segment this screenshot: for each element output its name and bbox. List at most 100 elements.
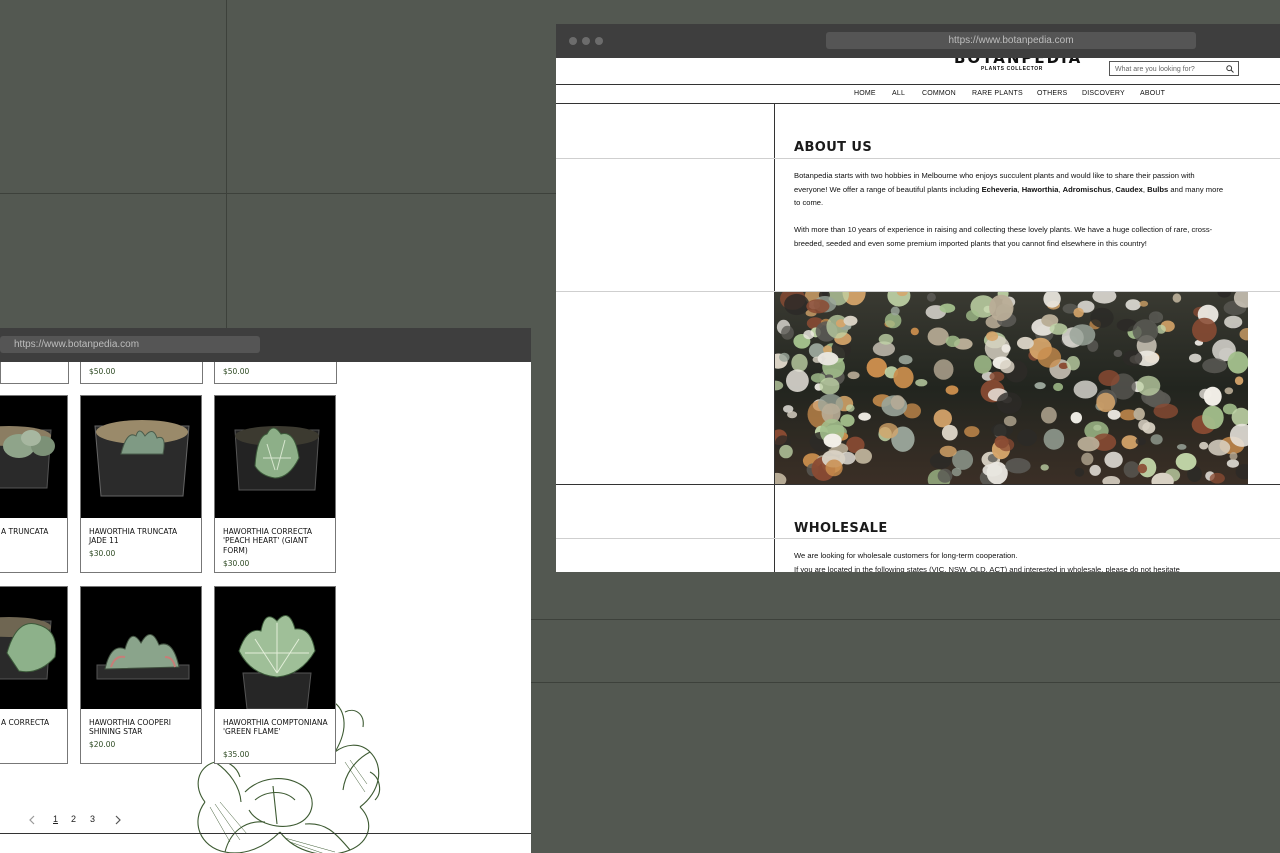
product-name: HAWORTHIA CORRECTA 'PEACH HEART' (GIANT … [223, 527, 312, 555]
nav-others[interactable]: OTHERS [1037, 90, 1067, 97]
window-minimize-dot[interactable] [582, 37, 590, 45]
pebble [1226, 459, 1239, 468]
pebble [1199, 441, 1209, 450]
nav-home[interactable]: HOME [854, 90, 876, 97]
about-bold-echeveria: Echeveria [981, 184, 1018, 194]
search-input[interactable]: What are you looking for? [1109, 61, 1239, 76]
pebble [1073, 380, 1098, 399]
pebble [966, 310, 979, 322]
potted-haworthia-image [238, 615, 316, 709]
pebble [817, 352, 839, 366]
pebble [939, 303, 956, 313]
pebble [893, 366, 914, 389]
pebble [1040, 464, 1049, 471]
pebble [974, 355, 992, 374]
layout-divider [556, 484, 1280, 485]
background-grid-line [0, 193, 560, 194]
pebble [1123, 461, 1140, 478]
pebble [1017, 429, 1037, 446]
about-bold-caudex: Caudex [1115, 184, 1143, 194]
pebble [1224, 387, 1234, 395]
footer-divider [0, 833, 531, 834]
nav-rare-plants[interactable]: RARE PLANTS [972, 90, 1023, 97]
product-photo [0, 396, 67, 518]
pebble [1043, 428, 1065, 450]
nav-all[interactable]: ALL [892, 90, 905, 97]
pebble [1176, 444, 1187, 450]
pebble [1153, 403, 1179, 419]
product-card-partial[interactable] [0, 362, 69, 384]
browser-window-shop: https://www.botanpedia.com $50.00 $50.00… [0, 328, 531, 853]
pebble [847, 371, 860, 380]
pebble [996, 392, 1022, 414]
pebble [858, 412, 871, 421]
pebble [945, 385, 959, 395]
pebble [1175, 453, 1197, 471]
pebble [854, 448, 872, 464]
pebble [843, 315, 858, 326]
pebble [878, 423, 899, 439]
page-link-1[interactable]: 1 [53, 814, 58, 824]
chevron-right-icon[interactable] [114, 815, 122, 825]
page-content: BOTANPEDIA PLANTS COLLECTOR What are you… [556, 58, 1280, 572]
product-grid-page: $50.00 $50.00 A TRUNCATA HAWORTHIA TRUNC… [0, 362, 531, 853]
pebble [1136, 375, 1161, 396]
pebble [1113, 349, 1123, 357]
pebble [1189, 353, 1202, 363]
potted-haworthia-image [0, 426, 55, 489]
pebble [890, 306, 900, 316]
product-card[interactable]: HAWORTHIA CORRECTA 'PEACH HEART' (GIANT … [214, 395, 336, 573]
nav-common[interactable]: COMMON [922, 90, 956, 97]
browser-window-about: https://www.botanpedia.com BOTANPEDIA PL… [556, 24, 1280, 572]
product-card[interactable]: HAWORTHIA COOPERI SHINING STAR $20.00 [80, 586, 202, 764]
pebble [927, 327, 949, 346]
product-card[interactable]: HAWORTHIA TRUNCATA JADE 11 $30.00 [80, 395, 202, 573]
product-card-partial[interactable]: $50.00 [214, 362, 337, 384]
pebble [945, 335, 960, 347]
pebble [884, 312, 902, 329]
page-link-2[interactable]: 2 [71, 814, 76, 824]
pebble [926, 292, 936, 302]
product-card[interactable]: A TRUNCATA [0, 395, 68, 573]
pebble [1139, 300, 1149, 307]
background-grid-line [531, 682, 1280, 683]
address-bar[interactable]: https://www.botanpedia.com [826, 32, 1196, 49]
product-name: HAWORTHIA TRUNCATA JADE 11 [89, 527, 178, 546]
address-bar[interactable]: https://www.botanpedia.com [0, 336, 260, 353]
pebble [1066, 356, 1080, 371]
product-card-partial[interactable]: $50.00 [80, 362, 203, 384]
pebble [791, 353, 808, 372]
pebble [1202, 405, 1224, 430]
window-close-dot[interactable] [569, 37, 577, 45]
pebble [1137, 463, 1148, 474]
pebble [878, 333, 894, 345]
page-link-3[interactable]: 3 [90, 814, 95, 824]
product-card[interactable]: HAWORTHIA COMPTONIANA 'GREEN FLAME' $35.… [214, 586, 336, 764]
background-grid-line [226, 0, 227, 330]
pebble [1104, 451, 1123, 468]
pebble [1229, 452, 1238, 461]
chevron-left-icon[interactable] [28, 815, 36, 825]
pebble [1017, 336, 1034, 350]
potted-haworthia-image [96, 634, 190, 680]
product-card[interactable]: A CORRECTA [0, 586, 68, 764]
pebble [1138, 419, 1150, 431]
product-price: $30.00 [89, 549, 116, 558]
pebble [989, 294, 1014, 321]
product-photo [81, 396, 201, 518]
about-bold-adromischus: Adromischus [1062, 184, 1112, 194]
search-icon[interactable] [1226, 65, 1234, 73]
main-nav: HOME ALL COMMON RARE PLANTS OTHERS DISCO… [556, 85, 1280, 104]
pebble [937, 468, 953, 483]
product-price: $35.00 [223, 750, 250, 759]
nav-discovery[interactable]: DISCOVERY [1082, 90, 1125, 97]
wholesale-heading: WHOLESALE [794, 521, 888, 536]
window-maximize-dot[interactable] [595, 37, 603, 45]
about-paragraph-2: With more than 10 years of experience in… [794, 225, 1213, 248]
succulent-seedlings-photo [775, 292, 1248, 484]
pebble [825, 459, 843, 477]
nav-about[interactable]: ABOUT [1140, 90, 1165, 97]
layout-divider [556, 158, 1280, 159]
about-bold-haworthia: Haworthia [1021, 184, 1059, 194]
pebble [915, 379, 928, 387]
